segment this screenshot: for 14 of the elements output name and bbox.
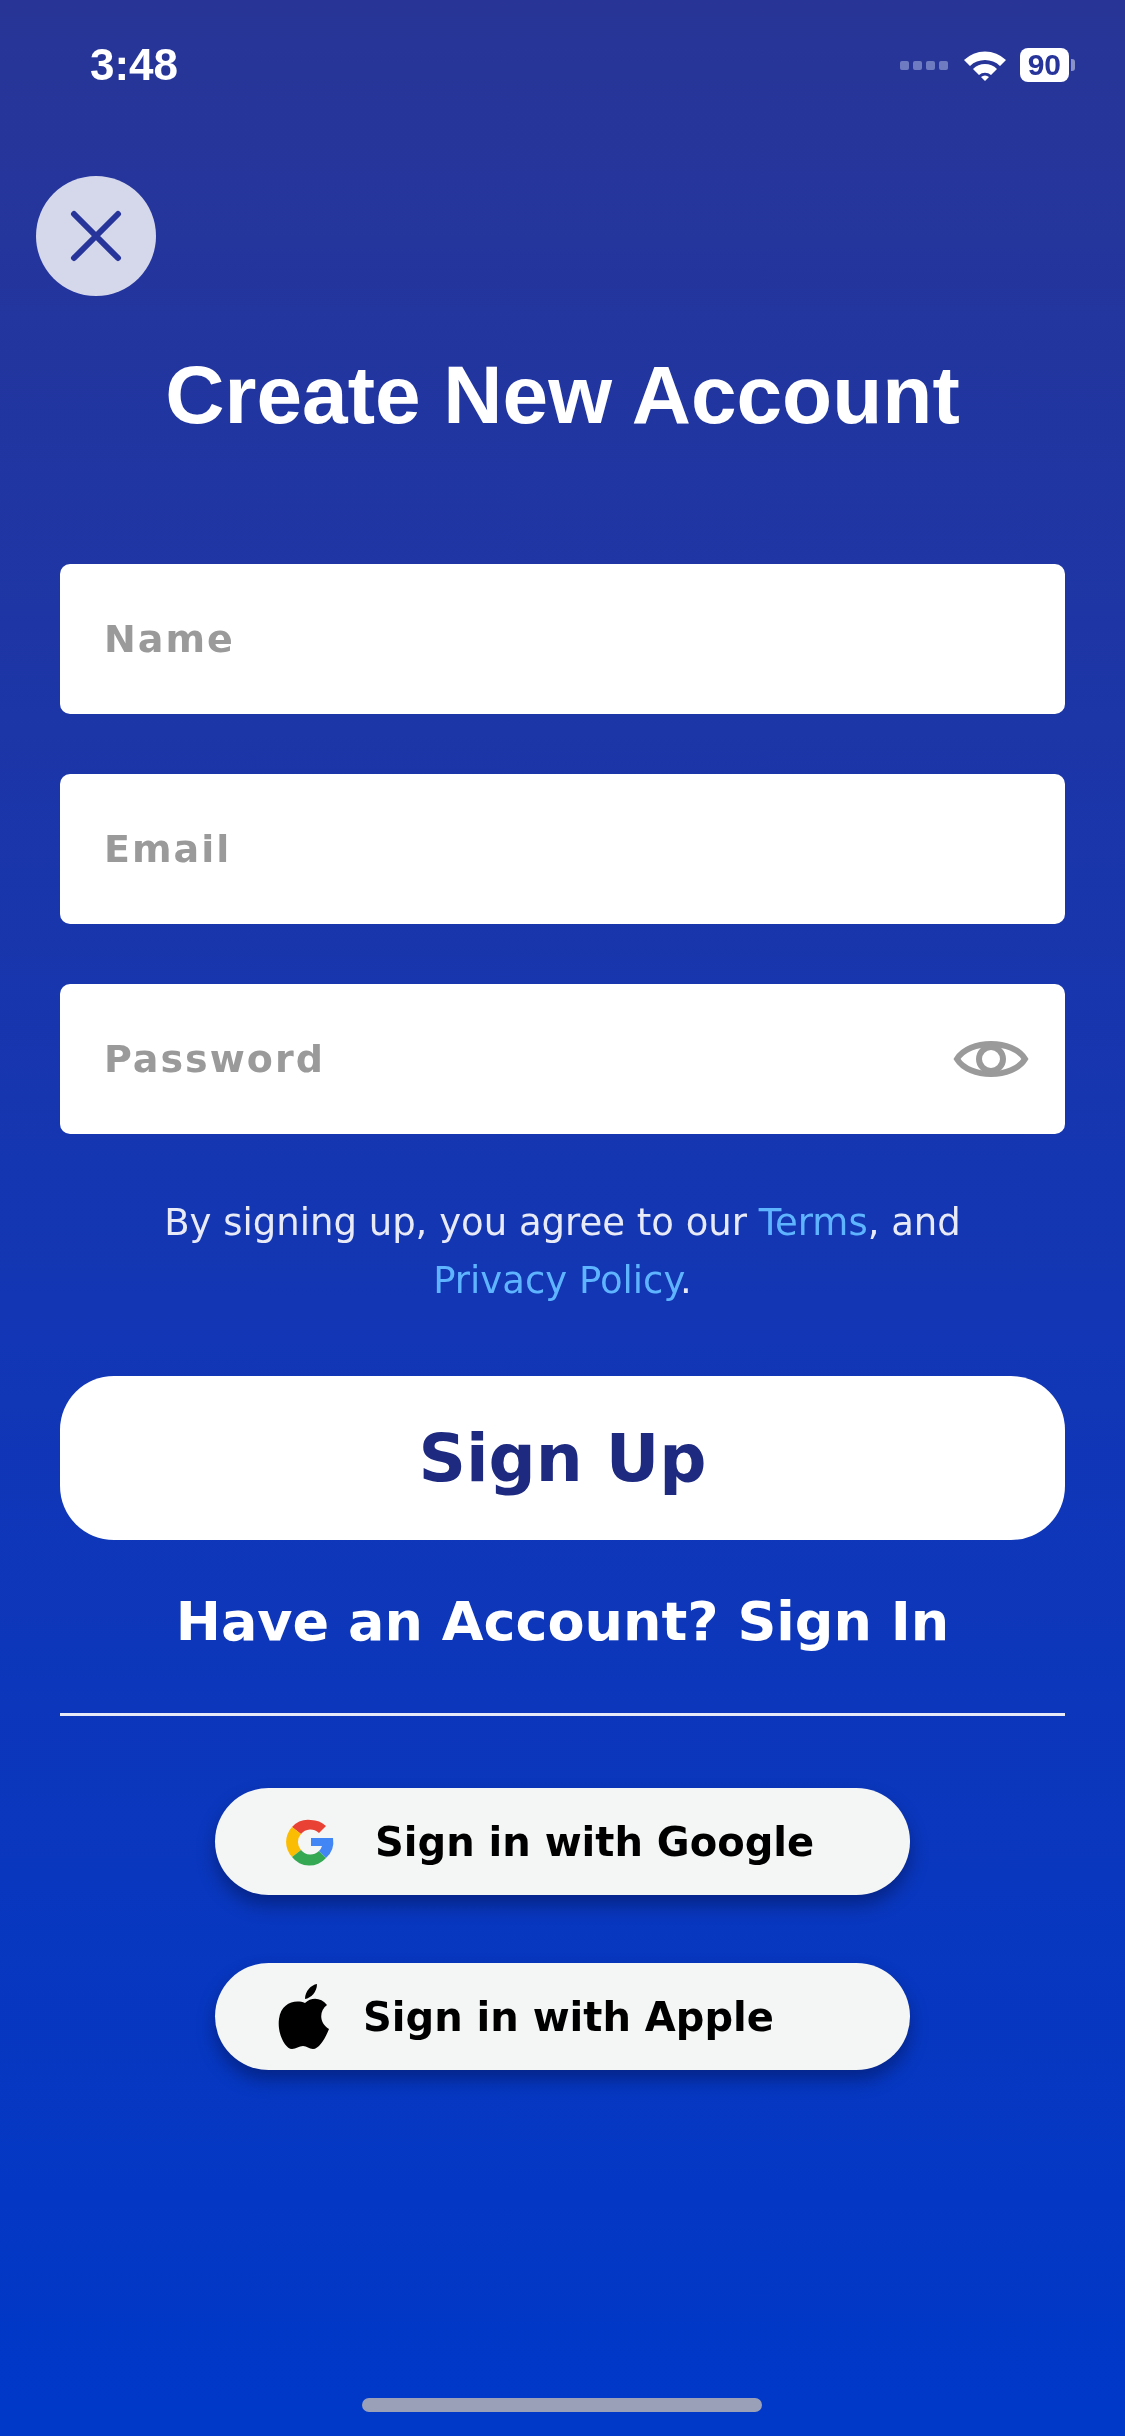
sign-in-link[interactable]: Have an Account? Sign In (175, 1590, 950, 1654)
input-field[interactable]: Email (60, 774, 1065, 925)
terms-text: By signing up, you agree to our Terms, and Privacy Policy. (163, 1200, 962, 1305)
terms-link[interactable]: Terms (758, 1201, 868, 1245)
input-field[interactable]: Password (60, 984, 1065, 1135)
terms-link[interactable]: Privacy Policy (433, 1259, 681, 1303)
input-field[interactable]: Name (60, 564, 1065, 715)
signal-icon (899, 58, 950, 72)
page-title: Create New Account (165, 348, 960, 442)
social-sign-in-button[interactable]: Sign in with Google (215, 1788, 910, 1896)
social-sign-in-button[interactable]: Sign in with Apple (215, 1963, 910, 2071)
close-icon (68, 208, 124, 264)
sign-up-button[interactable]: Sign Up (60, 1376, 1065, 1541)
status-time: 3:48 (90, 40, 179, 90)
